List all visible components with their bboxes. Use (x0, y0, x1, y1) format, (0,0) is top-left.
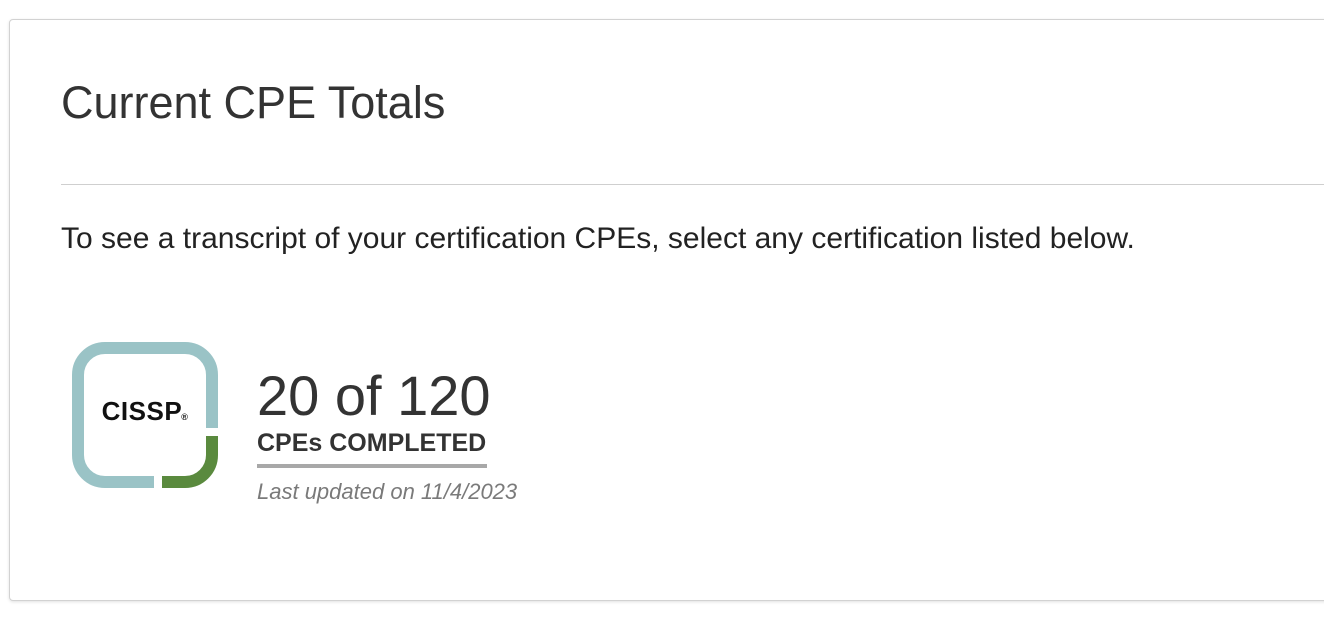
cpe-count: 20 of 120 (257, 364, 491, 427)
cpe-totals: 20 of 120 CPEs COMPLETED Last updated on… (257, 366, 517, 506)
page-title: Current CPE Totals (61, 77, 446, 128)
title-divider (61, 184, 1324, 185)
instructions-text: To see a transcript of your certificatio… (61, 222, 1135, 255)
cpe-totals-card: Current CPE Totals To see a transcript o… (9, 19, 1324, 601)
cpe-completed-label: CPEs COMPLETED (257, 429, 487, 457)
last-updated-text: Last updated on 11/4/2023 (257, 479, 518, 504)
badge-label: CISSP® (101, 396, 189, 426)
registered-mark: ® (181, 412, 189, 422)
cpe-progress-underline (257, 464, 487, 468)
cissp-badge-icon[interactable]: CISSP® (70, 340, 220, 490)
certification-item-cissp[interactable]: CISSP® 20 of 120 CPEs COMPLETED Last upd… (70, 340, 630, 530)
